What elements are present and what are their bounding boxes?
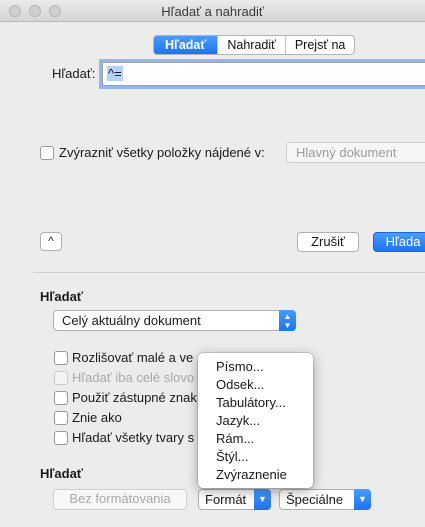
wildcards-label: Použiť zástupné znak [72, 390, 197, 405]
menu-item-frame[interactable]: Rám... [198, 430, 313, 448]
tab-bar: Hľadať Nahradiť Prejsť na [153, 35, 356, 55]
search-scope-select[interactable]: Celý aktuálny dokument ▲ ▼ [53, 310, 296, 331]
search-scope-value: Celý aktuálny dokument [62, 313, 201, 328]
special-label: Špeciálne [286, 492, 344, 507]
divider [33, 272, 425, 273]
sounds-like-checkbox[interactable] [54, 411, 68, 425]
menu-item-language[interactable]: Jazyk... [198, 412, 313, 430]
no-formatting-button[interactable]: Bez formátovania [53, 489, 187, 510]
find-input-value: ^= [107, 66, 123, 81]
highlight-checkbox[interactable] [40, 146, 54, 160]
menu-item-paragraph[interactable]: Odsek... [198, 376, 313, 394]
menu-item-highlight[interactable]: Zvýraznenie [198, 466, 313, 484]
highlight-label: Zvýrazniť všetky položky nájdené v: [59, 145, 265, 160]
tab-find[interactable]: Hľadať [154, 36, 218, 54]
search-section-title: Hľadať [40, 289, 84, 304]
match-case-label: Rozlišovať malé a ve [72, 350, 194, 365]
menu-item-tabs[interactable]: Tabulátory... [198, 394, 313, 412]
tab-replace[interactable]: Nahradiť [217, 36, 284, 54]
cancel-button[interactable]: Zrušiť [297, 232, 359, 252]
format-menu: Písmo... Odsek... Tabulátory... Jazyk...… [198, 353, 313, 488]
whole-words-label: Hľadať iba celé slovo [72, 370, 195, 385]
updown-arrow-icon: ▲ ▼ [279, 310, 296, 331]
chevron-down-icon: ▼ [254, 489, 271, 510]
chevron-down-icon: ▼ [354, 489, 371, 510]
word-forms-label: Hľadať všetky tvary s [72, 430, 195, 445]
find-label: Hľadať: [52, 66, 96, 81]
whole-words-checkbox[interactable] [54, 371, 68, 385]
menu-item-style[interactable]: Štýl... [198, 448, 313, 466]
format-label: Formát [205, 492, 247, 507]
menu-item-font[interactable]: Písmo... [198, 358, 313, 376]
special-dropdown[interactable]: Špeciálne ▼ [279, 489, 371, 510]
collapse-options-button[interactable]: ^ [40, 232, 62, 251]
find-input[interactable]: ^= [102, 62, 425, 86]
window-title: Hľadať a nahradiť [161, 4, 264, 19]
find-button[interactable]: Hľada [373, 232, 425, 252]
highlight-scope-popup[interactable]: Hlavný dokument [286, 142, 425, 163]
format-section-title: Hľadať [40, 466, 84, 481]
title-bar: Hľadať a nahradiť [0, 0, 425, 22]
sounds-like-label: Znie ako [72, 410, 122, 425]
word-forms-checkbox[interactable] [54, 431, 68, 445]
match-case-checkbox[interactable] [54, 351, 68, 365]
format-dropdown[interactable]: Formát ▼ [198, 489, 271, 510]
wildcards-checkbox[interactable] [54, 391, 68, 405]
tab-goto[interactable]: Prejsť na [284, 36, 355, 54]
